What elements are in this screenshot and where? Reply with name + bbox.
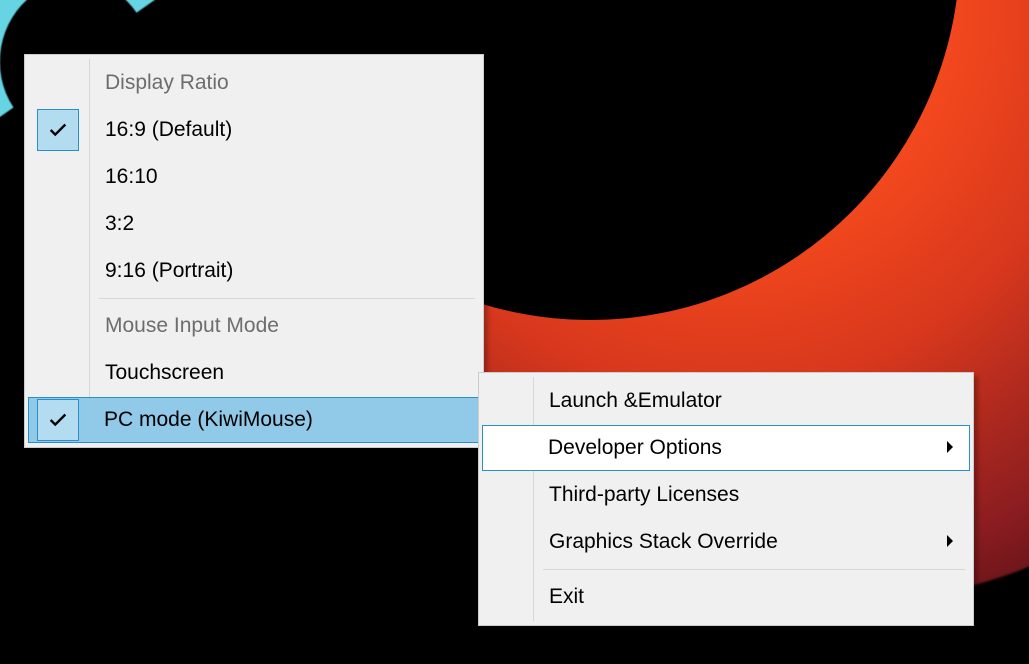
menu-item-label: 16:9 (Default) [105,118,232,141]
menu-item-label: Developer Options [548,436,722,459]
menu-item-label: Touchscreen [105,361,224,384]
menu-item-exit[interactable]: Exit [483,574,969,620]
menu-item-ratio-16-9[interactable]: 16:9 (Default) [29,107,479,153]
check-icon [37,399,79,441]
menu-item-label: Launch &Emulator [549,389,722,412]
menu-item-label: Exit [549,585,584,608]
section-header-mouse-input: Mouse Input Mode [29,303,479,349]
menu-item-label: 3:2 [105,212,134,235]
menu-item-label: PC mode (KiwiMouse) [104,408,313,431]
check-icon [37,109,79,151]
menu-item-graphics-stack-override[interactable]: Graphics Stack Override [483,519,969,565]
menu-separator [99,298,475,299]
menu-item-label: Graphics Stack Override [549,530,778,553]
section-header-display-ratio: Display Ratio [29,60,479,106]
context-menu-main: Launch &Emulator Developer Options Third… [478,372,974,626]
menu-item-third-party-licenses[interactable]: Third-party Licenses [483,472,969,518]
menu-item-touchscreen[interactable]: Touchscreen [29,350,479,396]
menu-item-label: 9:16 (Portrait) [105,259,233,282]
menu-item-launch-emulator[interactable]: Launch &Emulator [483,378,969,424]
menu-item-developer-options[interactable]: Developer Options [482,425,970,471]
submenu-display-mouse: Display Ratio 16:9 (Default) 16:10 3:2 9… [24,54,484,448]
menu-separator [543,569,965,570]
menu-item-ratio-16-10[interactable]: 16:10 [29,154,479,200]
menu-item-ratio-3-2[interactable]: 3:2 [29,201,479,247]
menu-item-label: 16:10 [105,165,158,188]
menu-item-label: Third-party Licenses [549,483,739,506]
submenu-arrow-icon [945,426,955,470]
menu-item-ratio-9-16[interactable]: 9:16 (Portrait) [29,248,479,294]
menu-item-pc-mode[interactable]: PC mode (KiwiMouse) [28,397,480,443]
submenu-arrow-icon [945,519,955,565]
